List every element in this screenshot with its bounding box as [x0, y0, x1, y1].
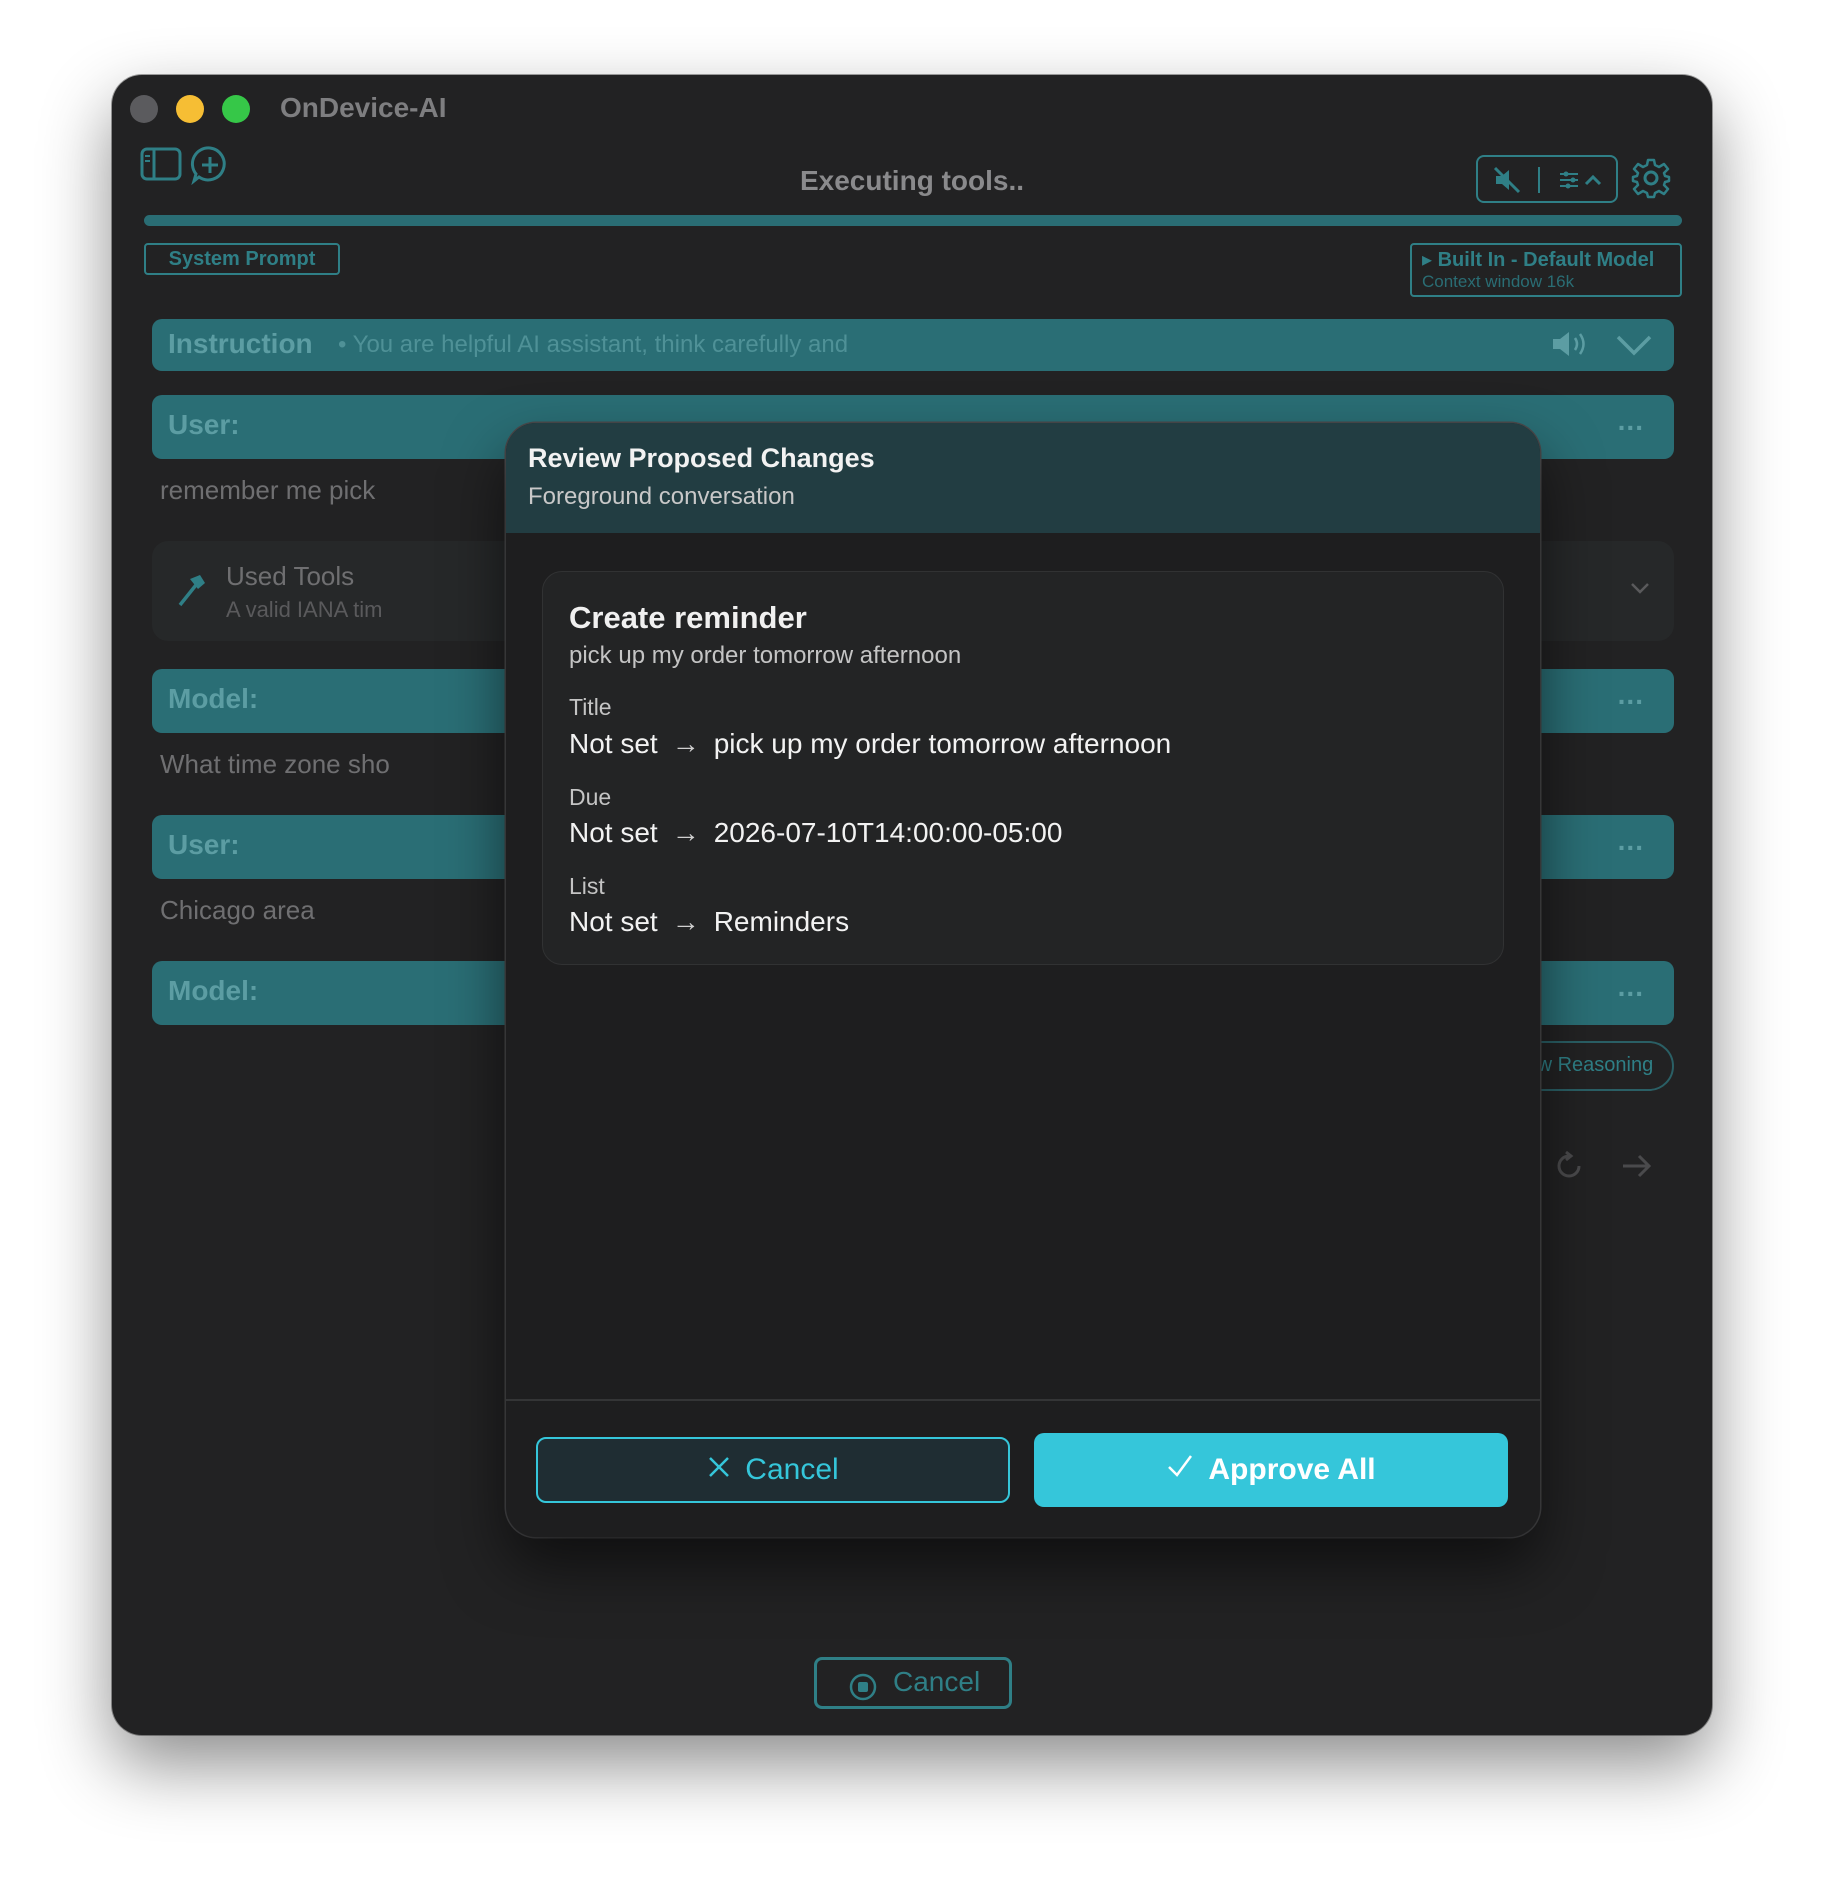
stop-circle-icon — [849, 1670, 877, 1714]
chevron-down-icon[interactable] — [1630, 581, 1650, 600]
checkmark-icon — [1166, 1453, 1194, 1487]
gear-icon[interactable] — [1630, 157, 1672, 204]
hammer-icon — [174, 571, 208, 616]
message-role: Model: — [168, 683, 259, 714]
system-prompt-button[interactable]: System Prompt — [144, 243, 340, 275]
app-title: OnDevice-AI — [280, 92, 447, 123]
context-window-label: Context window 16k — [1422, 272, 1575, 291]
model-selector[interactable]: ▸ Built In - Default Model Context windo… — [1410, 243, 1682, 297]
cancel-label: Cancel — [893, 1666, 981, 1697]
progress-bar — [144, 215, 1682, 226]
dialog-header: Review Proposed Changes Foreground conve… — [506, 423, 1540, 533]
message-text: Chicago area — [160, 895, 315, 925]
more-options-button[interactable]: ... — [1618, 679, 1644, 711]
message-role: User: — [168, 409, 240, 440]
field-label: Due — [569, 784, 612, 810]
field-change-row: Not set → pick up my order tomorrow aftern… — [569, 728, 1171, 760]
change-summary: pick up my order tomorrow afternoon — [569, 642, 962, 669]
field-change-row: Not set → 2026-07-10T14:00:00-05:00 — [569, 817, 1062, 849]
approve-all-label: Approve All — [1208, 1453, 1376, 1486]
close-icon — [707, 1453, 731, 1487]
dialog-subtitle: Foreground conversation — [528, 483, 795, 510]
instruction-preview: • You are helpful AI assistant, think ca… — [338, 331, 849, 358]
message-role: User: — [168, 829, 240, 860]
title-bar: OnDevice-AI — [112, 75, 1712, 139]
chevron-down-icon[interactable] — [1614, 329, 1654, 364]
instruction-bar[interactable]: Instruction • You are helpful AI assista… — [152, 319, 1674, 371]
app-window: OnDevice-AI Executing tools.. System Pro… — [112, 75, 1712, 1735]
used-tools-title: Used Tools — [226, 561, 355, 591]
instruction-label: Instruction — [168, 328, 313, 359]
dialog-title: Review Proposed Changes — [528, 443, 875, 473]
arrow-right-icon[interactable] — [1620, 1151, 1654, 1186]
new-value: pick up my order tomorrow afternoon — [713, 728, 1172, 759]
old-value: Not set — [569, 817, 658, 848]
message-role: Model: — [168, 975, 259, 1006]
more-options-button[interactable]: ... — [1618, 971, 1644, 1003]
field-change-row: Not set → Reminders — [569, 906, 849, 938]
sliders-icon[interactable] — [1558, 169, 1608, 196]
zoom-window-button[interactable] — [222, 95, 250, 123]
model-name: ▸ Built In - Default Model — [1422, 249, 1655, 271]
more-options-button[interactable]: ... — [1618, 825, 1644, 857]
field-label: Title — [569, 694, 612, 720]
arrow-right-icon: → — [671, 817, 700, 848]
status-title: Executing tools.. — [799, 165, 1025, 196]
cancel-button-label: Cancel — [745, 1453, 839, 1486]
approve-all-button[interactable]: Approve All — [1034, 1433, 1508, 1507]
used-tools-subtitle: A valid IANA tim — [226, 597, 383, 622]
more-options-button[interactable]: ... — [1618, 405, 1644, 437]
regenerate-icon[interactable] — [1552, 1149, 1586, 1188]
dialog-divider — [506, 1399, 1540, 1401]
cancel-generation-button[interactable]: Cancel — [814, 1657, 1012, 1709]
review-changes-dialog: Review Proposed Changes Foreground conve… — [506, 423, 1540, 1537]
arrow-right-icon: → — [671, 728, 700, 759]
speaker-icon[interactable] — [1550, 327, 1594, 366]
old-value: Not set — [569, 728, 658, 759]
segment-divider — [1538, 167, 1540, 193]
message-text: remember me pick — [160, 475, 376, 505]
message-text: What time zone sho — [160, 749, 390, 779]
proposed-change-card: Create reminder pick up my order tomorro… — [542, 571, 1504, 965]
speaker-muted-icon[interactable] — [1492, 165, 1522, 200]
old-value: Not set — [569, 906, 658, 937]
change-title: Create reminder — [569, 600, 807, 635]
field-label: List — [569, 873, 605, 899]
minimize-window-button[interactable] — [176, 95, 204, 123]
arrow-right-icon: → — [671, 906, 700, 937]
audio-settings-control[interactable] — [1476, 155, 1618, 203]
cancel-button[interactable]: Cancel — [536, 1437, 1010, 1503]
close-window-button[interactable] — [130, 95, 158, 123]
new-value: 2026-07-10T14:00:00-05:00 — [713, 817, 1063, 848]
new-value: Reminders — [713, 906, 850, 937]
